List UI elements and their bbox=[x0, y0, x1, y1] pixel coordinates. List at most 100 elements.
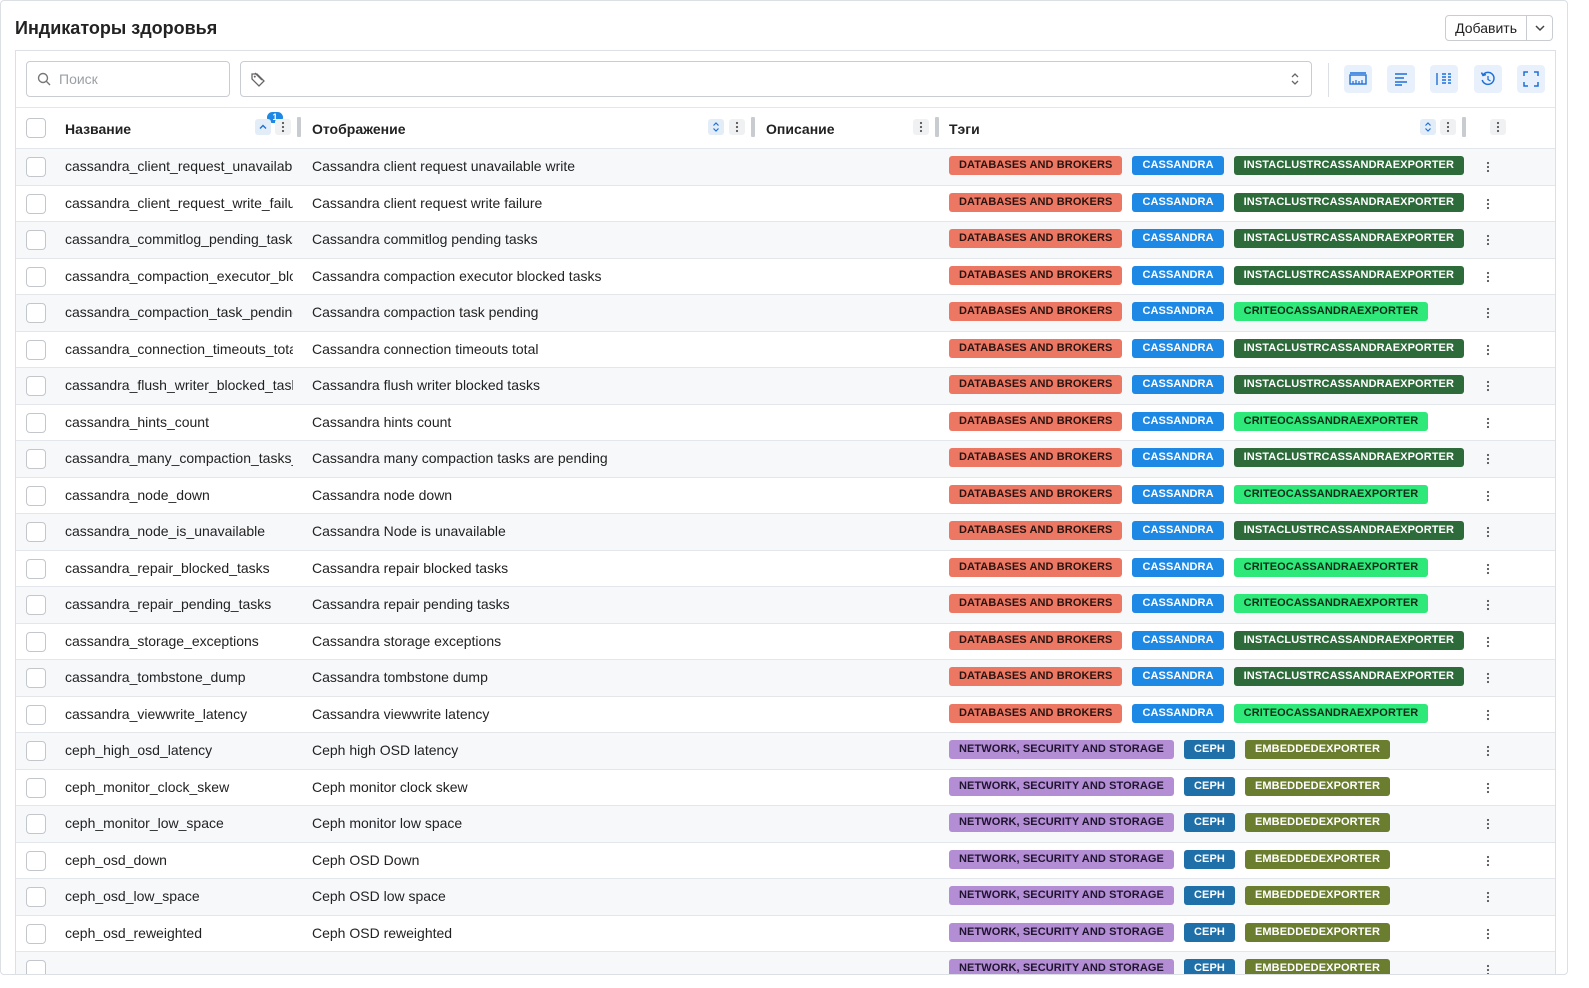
tag-chip[interactable]: EMBEDDEDEXPORTER bbox=[1244, 959, 1391, 974]
tag-chip[interactable]: CRITEOCASSANDRAEXPORTER bbox=[1233, 411, 1429, 431]
row-actions-button[interactable] bbox=[1480, 524, 1496, 540]
tag-chip[interactable]: CASSANDRA bbox=[1132, 557, 1224, 577]
tag-chip[interactable]: DATABASES AND BROKERS bbox=[949, 156, 1123, 175]
tag-chip[interactable]: DATABASES AND BROKERS bbox=[949, 302, 1123, 321]
tag-chip[interactable]: CEPH bbox=[1184, 849, 1235, 869]
table-row[interactable]: cassandra_client_request_write_failure Ca… bbox=[16, 186, 1555, 222]
table-row[interactable]: cassandra_storage_exceptions Cassandra st… bbox=[16, 624, 1555, 660]
tag-chip[interactable]: EMBEDDEDEXPORTER bbox=[1244, 776, 1391, 796]
tag-chip[interactable]: DATABASES AND BROKERS bbox=[949, 448, 1123, 467]
tag-chip[interactable]: DATABASES AND BROKERS bbox=[949, 557, 1123, 577]
column-menu-button[interactable] bbox=[1440, 119, 1456, 135]
tag-chip[interactable]: CEPH bbox=[1184, 813, 1235, 832]
column-resize-handle[interactable] bbox=[1462, 117, 1466, 137]
table-row[interactable]: ceph_osd_low_space Ceph OSD low space NETW… bbox=[16, 879, 1555, 916]
tag-chip[interactable]: CASSANDRA bbox=[1132, 265, 1224, 285]
tag-chip[interactable]: DATABASES AND BROKERS bbox=[949, 484, 1123, 504]
column-header-description[interactable]: Описание bbox=[766, 121, 835, 137]
row-actions-button[interactable] bbox=[1480, 561, 1496, 577]
column-menu-button[interactable] bbox=[275, 119, 291, 135]
add-button[interactable]: Добавить bbox=[1446, 16, 1526, 40]
tag-chip[interactable]: DATABASES AND BROKERS bbox=[949, 229, 1123, 248]
tag-chip[interactable]: CRITEOCASSANDRAEXPORTER bbox=[1233, 302, 1429, 321]
table-row[interactable]: cassandra_node_is_unavailable Cassandra N… bbox=[16, 514, 1555, 551]
table-row[interactable]: cassandra_viewwrite_latency Cassandra vie… bbox=[16, 697, 1555, 733]
table-row[interactable]: NETWORK, SECURITY AND STORAGE CEPH EMBEDDE… bbox=[16, 952, 1555, 974]
column-header-display[interactable]: Отображение bbox=[312, 121, 405, 137]
sort-ascending-button[interactable] bbox=[255, 119, 271, 135]
table-row[interactable]: cassandra_hints_count Cassandra hints cou… bbox=[16, 405, 1555, 441]
tag-chip[interactable]: EMBEDDEDEXPORTER bbox=[1244, 813, 1391, 832]
tag-chip[interactable]: CASSANDRA bbox=[1132, 192, 1224, 212]
row-checkbox[interactable] bbox=[26, 850, 46, 871]
row-checkbox[interactable] bbox=[26, 193, 46, 214]
table-row[interactable]: ceph_monitor_clock_skew Ceph monitor cloc… bbox=[16, 770, 1555, 806]
row-actions-button[interactable] bbox=[1480, 342, 1496, 358]
tag-chip[interactable]: CASSANDRA bbox=[1132, 411, 1224, 431]
row-checkbox[interactable] bbox=[26, 558, 46, 579]
tag-chip[interactable]: CRITEOCASSANDRAEXPORTER bbox=[1233, 557, 1429, 577]
tag-chip[interactable]: NETWORK, SECURITY AND STORAGE bbox=[949, 886, 1174, 905]
tag-chip[interactable]: DATABASES AND BROKERS bbox=[949, 667, 1123, 686]
tag-chip[interactable]: INSTACLUSTRCASSANDRAEXPORTER bbox=[1233, 375, 1465, 394]
tag-chip[interactable]: DATABASES AND BROKERS bbox=[949, 375, 1123, 394]
row-actions-button[interactable] bbox=[1480, 889, 1496, 905]
tag-chip[interactable]: CEPH bbox=[1184, 740, 1235, 759]
row-checkbox[interactable] bbox=[26, 376, 46, 396]
row-actions-button[interactable] bbox=[1480, 743, 1496, 759]
tag-chip[interactable]: CASSANDRA bbox=[1132, 484, 1224, 504]
tag-chip[interactable]: CASSANDRA bbox=[1132, 229, 1224, 248]
tag-chip[interactable]: DATABASES AND BROKERS bbox=[949, 594, 1123, 613]
row-actions-button[interactable] bbox=[1480, 488, 1496, 504]
tag-chip[interactable]: INSTACLUSTRCASSANDRAEXPORTER bbox=[1233, 338, 1465, 358]
table-row[interactable]: cassandra_tombstone_dump Cassandra tombst… bbox=[16, 660, 1555, 697]
table-row[interactable]: ceph_osd_down Ceph OSD Down NETWORK, SECUR… bbox=[16, 843, 1555, 879]
tag-chip[interactable]: CASSANDRA bbox=[1132, 338, 1224, 358]
column-resize-handle[interactable] bbox=[751, 117, 755, 137]
tag-chip[interactable]: DATABASES AND BROKERS bbox=[949, 411, 1123, 431]
column-header-name[interactable]: Название bbox=[65, 121, 131, 137]
row-checkbox[interactable] bbox=[26, 522, 46, 542]
tag-chip[interactable]: CEPH bbox=[1184, 922, 1235, 942]
tag-filter-select[interactable] bbox=[240, 61, 1312, 97]
tag-chip[interactable]: NETWORK, SECURITY AND STORAGE bbox=[949, 922, 1174, 942]
row-actions-button[interactable] bbox=[1480, 196, 1496, 212]
table-row[interactable]: ceph_high_osd_latency Ceph high OSD laten… bbox=[16, 733, 1555, 770]
row-actions-button[interactable] bbox=[1480, 926, 1496, 942]
row-actions-button[interactable] bbox=[1480, 707, 1496, 723]
tag-chip[interactable]: DATABASES AND BROKERS bbox=[949, 703, 1123, 723]
tag-chip[interactable]: CRITEOCASSANDRAEXPORTER bbox=[1233, 484, 1429, 504]
search-input[interactable] bbox=[57, 70, 207, 88]
tag-chip[interactable]: DATABASES AND BROKERS bbox=[949, 265, 1123, 285]
row-checkbox[interactable] bbox=[26, 814, 46, 834]
tag-chip[interactable]: CASSANDRA bbox=[1132, 703, 1224, 723]
table-row[interactable]: cassandra_connection_timeouts_total Cassa… bbox=[16, 332, 1555, 368]
row-checkbox[interactable] bbox=[26, 485, 46, 506]
columns-button[interactable] bbox=[1430, 65, 1458, 93]
table-row[interactable]: cassandra_node_down Cassandra node down DA… bbox=[16, 478, 1555, 514]
align-button[interactable] bbox=[1387, 65, 1415, 93]
row-checkbox[interactable] bbox=[26, 704, 46, 725]
tag-chip[interactable]: INSTACLUSTRCASSANDRAEXPORTER bbox=[1233, 192, 1465, 212]
tag-chip[interactable]: CASSANDRA bbox=[1132, 375, 1224, 394]
row-checkbox[interactable] bbox=[26, 595, 46, 615]
row-checkbox[interactable] bbox=[26, 668, 46, 688]
tag-chip[interactable]: NETWORK, SECURITY AND STORAGE bbox=[949, 849, 1174, 869]
row-actions-button[interactable] bbox=[1480, 232, 1496, 248]
tag-chip[interactable]: INSTACLUSTRCASSANDRAEXPORTER bbox=[1233, 229, 1465, 248]
tag-chip[interactable]: INSTACLUSTRCASSANDRAEXPORTER bbox=[1233, 265, 1465, 285]
row-actions-button[interactable] bbox=[1480, 816, 1496, 832]
row-checkbox[interactable] bbox=[26, 339, 46, 360]
row-checkbox[interactable] bbox=[26, 157, 46, 177]
column-menu-button[interactable] bbox=[913, 119, 929, 135]
table-row[interactable]: cassandra_commitlog_pending_tasks Cassand… bbox=[16, 222, 1555, 259]
row-actions-button[interactable] bbox=[1480, 451, 1496, 467]
row-checkbox[interactable] bbox=[26, 631, 46, 652]
tag-chip[interactable]: CEPH bbox=[1184, 776, 1235, 796]
table-row[interactable]: ceph_monitor_low_space Ceph monitor low s… bbox=[16, 806, 1555, 843]
row-checkbox[interactable] bbox=[26, 960, 46, 974]
table-row[interactable]: cassandra_compaction_task_pending Cassand… bbox=[16, 295, 1555, 332]
table-row[interactable]: ceph_osd_reweighted Ceph OSD reweighted NE… bbox=[16, 916, 1555, 952]
tag-chip[interactable]: CEPH bbox=[1184, 886, 1235, 905]
tag-chip[interactable]: CRITEOCASSANDRAEXPORTER bbox=[1233, 703, 1429, 723]
